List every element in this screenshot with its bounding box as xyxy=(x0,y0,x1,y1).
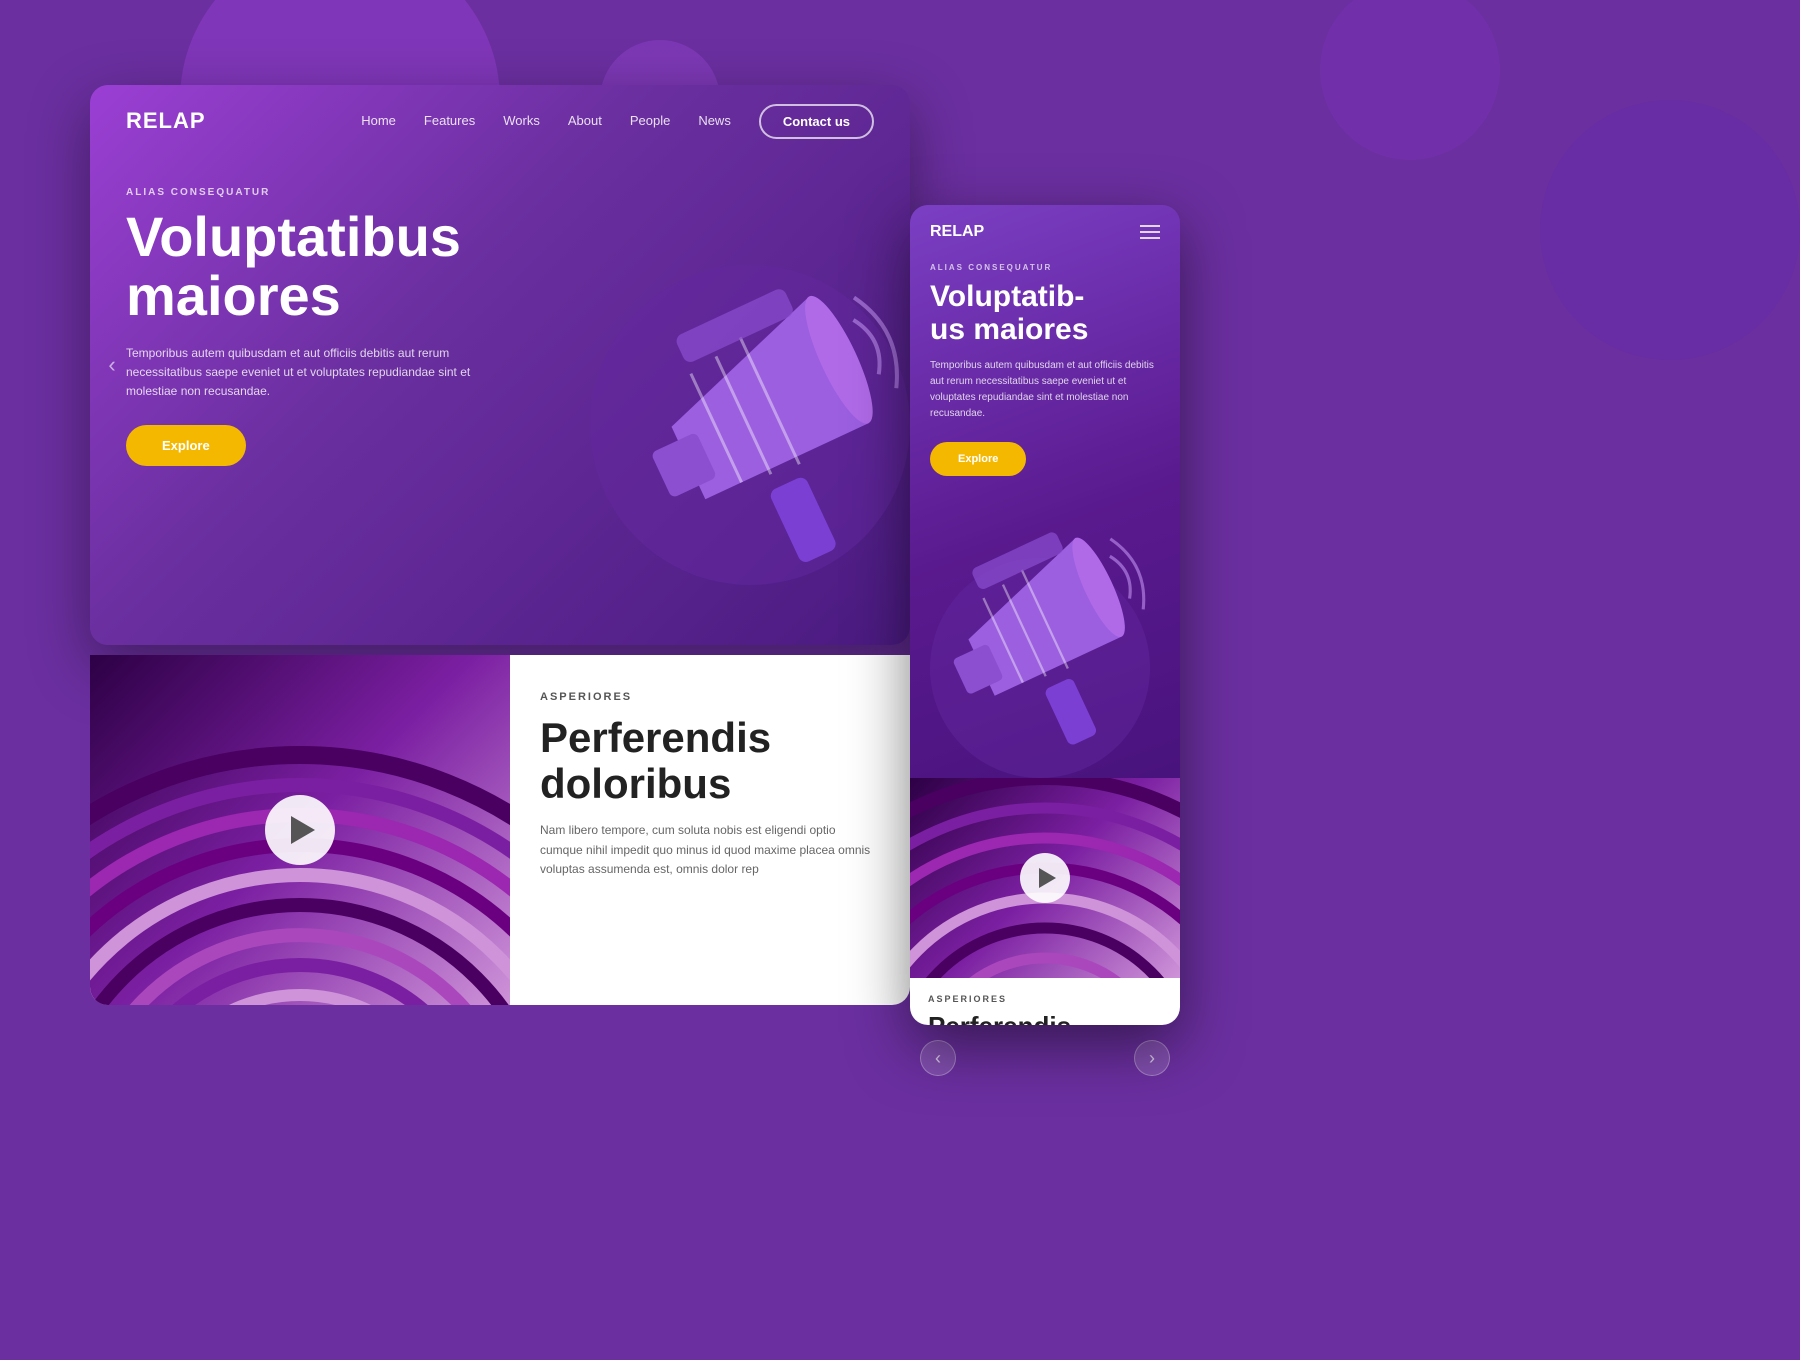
nav-item-home[interactable]: Home xyxy=(361,112,396,130)
hero-title: Voluptatibus maiores xyxy=(126,208,874,326)
mobile-card: RELAP ALIAS CONSEQUATUR Voluptatib- us m… xyxy=(910,205,1180,1025)
mobile-bottom-title: Perferendis doloribus xyxy=(928,1012,1162,1025)
desktop-nav: RELAP Home Features Works About People N… xyxy=(90,85,910,157)
bottom-text: ASPERIORES Perferendis doloribus Nam lib… xyxy=(510,655,910,1005)
nav-link-works[interactable]: Works xyxy=(503,113,540,128)
hero-description: Temporibus autem quibusdam et aut offici… xyxy=(126,344,506,402)
nav-links: Home Features Works About People News Co… xyxy=(361,104,874,139)
mobile-hero-tag: ALIAS CONSEQUATUR xyxy=(930,263,1160,272)
bottom-title: Perferendis doloribus xyxy=(540,715,880,807)
desktop-card: RELAP Home Features Works About People N… xyxy=(90,85,910,645)
mobile-hero-description: Temporibus autem quibusdam et aut offici… xyxy=(930,358,1160,422)
nav-item-contact[interactable]: Contact us xyxy=(759,104,874,139)
mobile-nav: RELAP xyxy=(910,205,1180,251)
bg-blob-2 xyxy=(1320,0,1500,160)
nav-item-features[interactable]: Features xyxy=(424,112,475,130)
mobile-bottom-tag: ASPERIORES xyxy=(928,994,1162,1004)
hero-title-line1: Voluptatibus xyxy=(126,205,461,268)
nav-link-people[interactable]: People xyxy=(630,113,670,128)
bg-blob-3 xyxy=(1540,100,1800,360)
nav-item-works[interactable]: Works xyxy=(503,112,540,130)
hamburger-line-1 xyxy=(1140,225,1160,227)
nav-logo: RELAP xyxy=(126,108,206,134)
play-button[interactable] xyxy=(265,795,335,865)
bottom-image xyxy=(90,655,510,1005)
mobile-bottom-title-line1: Perferendis xyxy=(928,1011,1071,1025)
hero-tag: ALIAS CONSEQUATUR xyxy=(126,187,874,198)
mobile-prev-arrow[interactable]: ‹ xyxy=(920,1040,956,1076)
mobile-title-line2: us maiores xyxy=(930,313,1088,346)
mobile-next-icon: › xyxy=(1149,1048,1155,1069)
mobile-hero-section: ALIAS CONSEQUATUR Voluptatib- us maiores… xyxy=(910,251,1180,488)
mobile-bottom-section: ASPERIORES Perferendis doloribus xyxy=(910,778,1180,1025)
nav-link-about[interactable]: About xyxy=(568,113,602,128)
hero-title-line2: maiores xyxy=(126,264,341,327)
bottom-tag: ASPERIORES xyxy=(540,691,880,703)
hamburger-line-3 xyxy=(1140,237,1160,239)
hamburger-line-2 xyxy=(1140,231,1160,233)
bottom-description: Nam libero tempore, cum soluta nobis est… xyxy=(540,821,880,879)
prev-arrow-icon: ‹ xyxy=(108,352,115,378)
hamburger-menu[interactable] xyxy=(1140,225,1160,239)
mobile-prev-icon: ‹ xyxy=(935,1048,941,1069)
bottom-title-line2: doloribus xyxy=(540,760,731,807)
nav-link-news[interactable]: News xyxy=(698,113,731,128)
contact-button[interactable]: Contact us xyxy=(759,104,874,139)
nav-link-features[interactable]: Features xyxy=(424,113,475,128)
nav-link-home[interactable]: Home xyxy=(361,113,396,128)
mobile-hero-title: Voluptatib- us maiores xyxy=(930,280,1160,346)
mobile-nav-arrows: ‹ › xyxy=(910,1040,1180,1076)
mobile-title-line1: Voluptatib- xyxy=(930,280,1084,313)
prev-arrow[interactable]: ‹ xyxy=(96,349,128,381)
mobile-play-button[interactable] xyxy=(1020,853,1070,903)
mobile-logo: RELAP xyxy=(930,223,984,241)
mobile-megaphone-svg xyxy=(920,498,1170,778)
bottom-title-line1: Perferendis xyxy=(540,714,771,761)
mobile-explore-button[interactable]: Explore xyxy=(930,442,1026,476)
hero-section: ALIAS CONSEQUATUR Voluptatibus maiores T… xyxy=(90,157,910,466)
nav-item-people[interactable]: People xyxy=(630,112,670,130)
mobile-bottom-text: ASPERIORES Perferendis doloribus xyxy=(910,978,1180,1025)
nav-item-about[interactable]: About xyxy=(568,112,602,130)
mobile-next-arrow[interactable]: › xyxy=(1134,1040,1170,1076)
mobile-bottom-image xyxy=(910,778,1180,978)
mobile-megaphone-area xyxy=(910,498,1180,778)
nav-item-news[interactable]: News xyxy=(698,112,731,130)
bottom-section: ASPERIORES Perferendis doloribus Nam lib… xyxy=(90,655,910,1005)
explore-button[interactable]: Explore xyxy=(126,425,246,466)
